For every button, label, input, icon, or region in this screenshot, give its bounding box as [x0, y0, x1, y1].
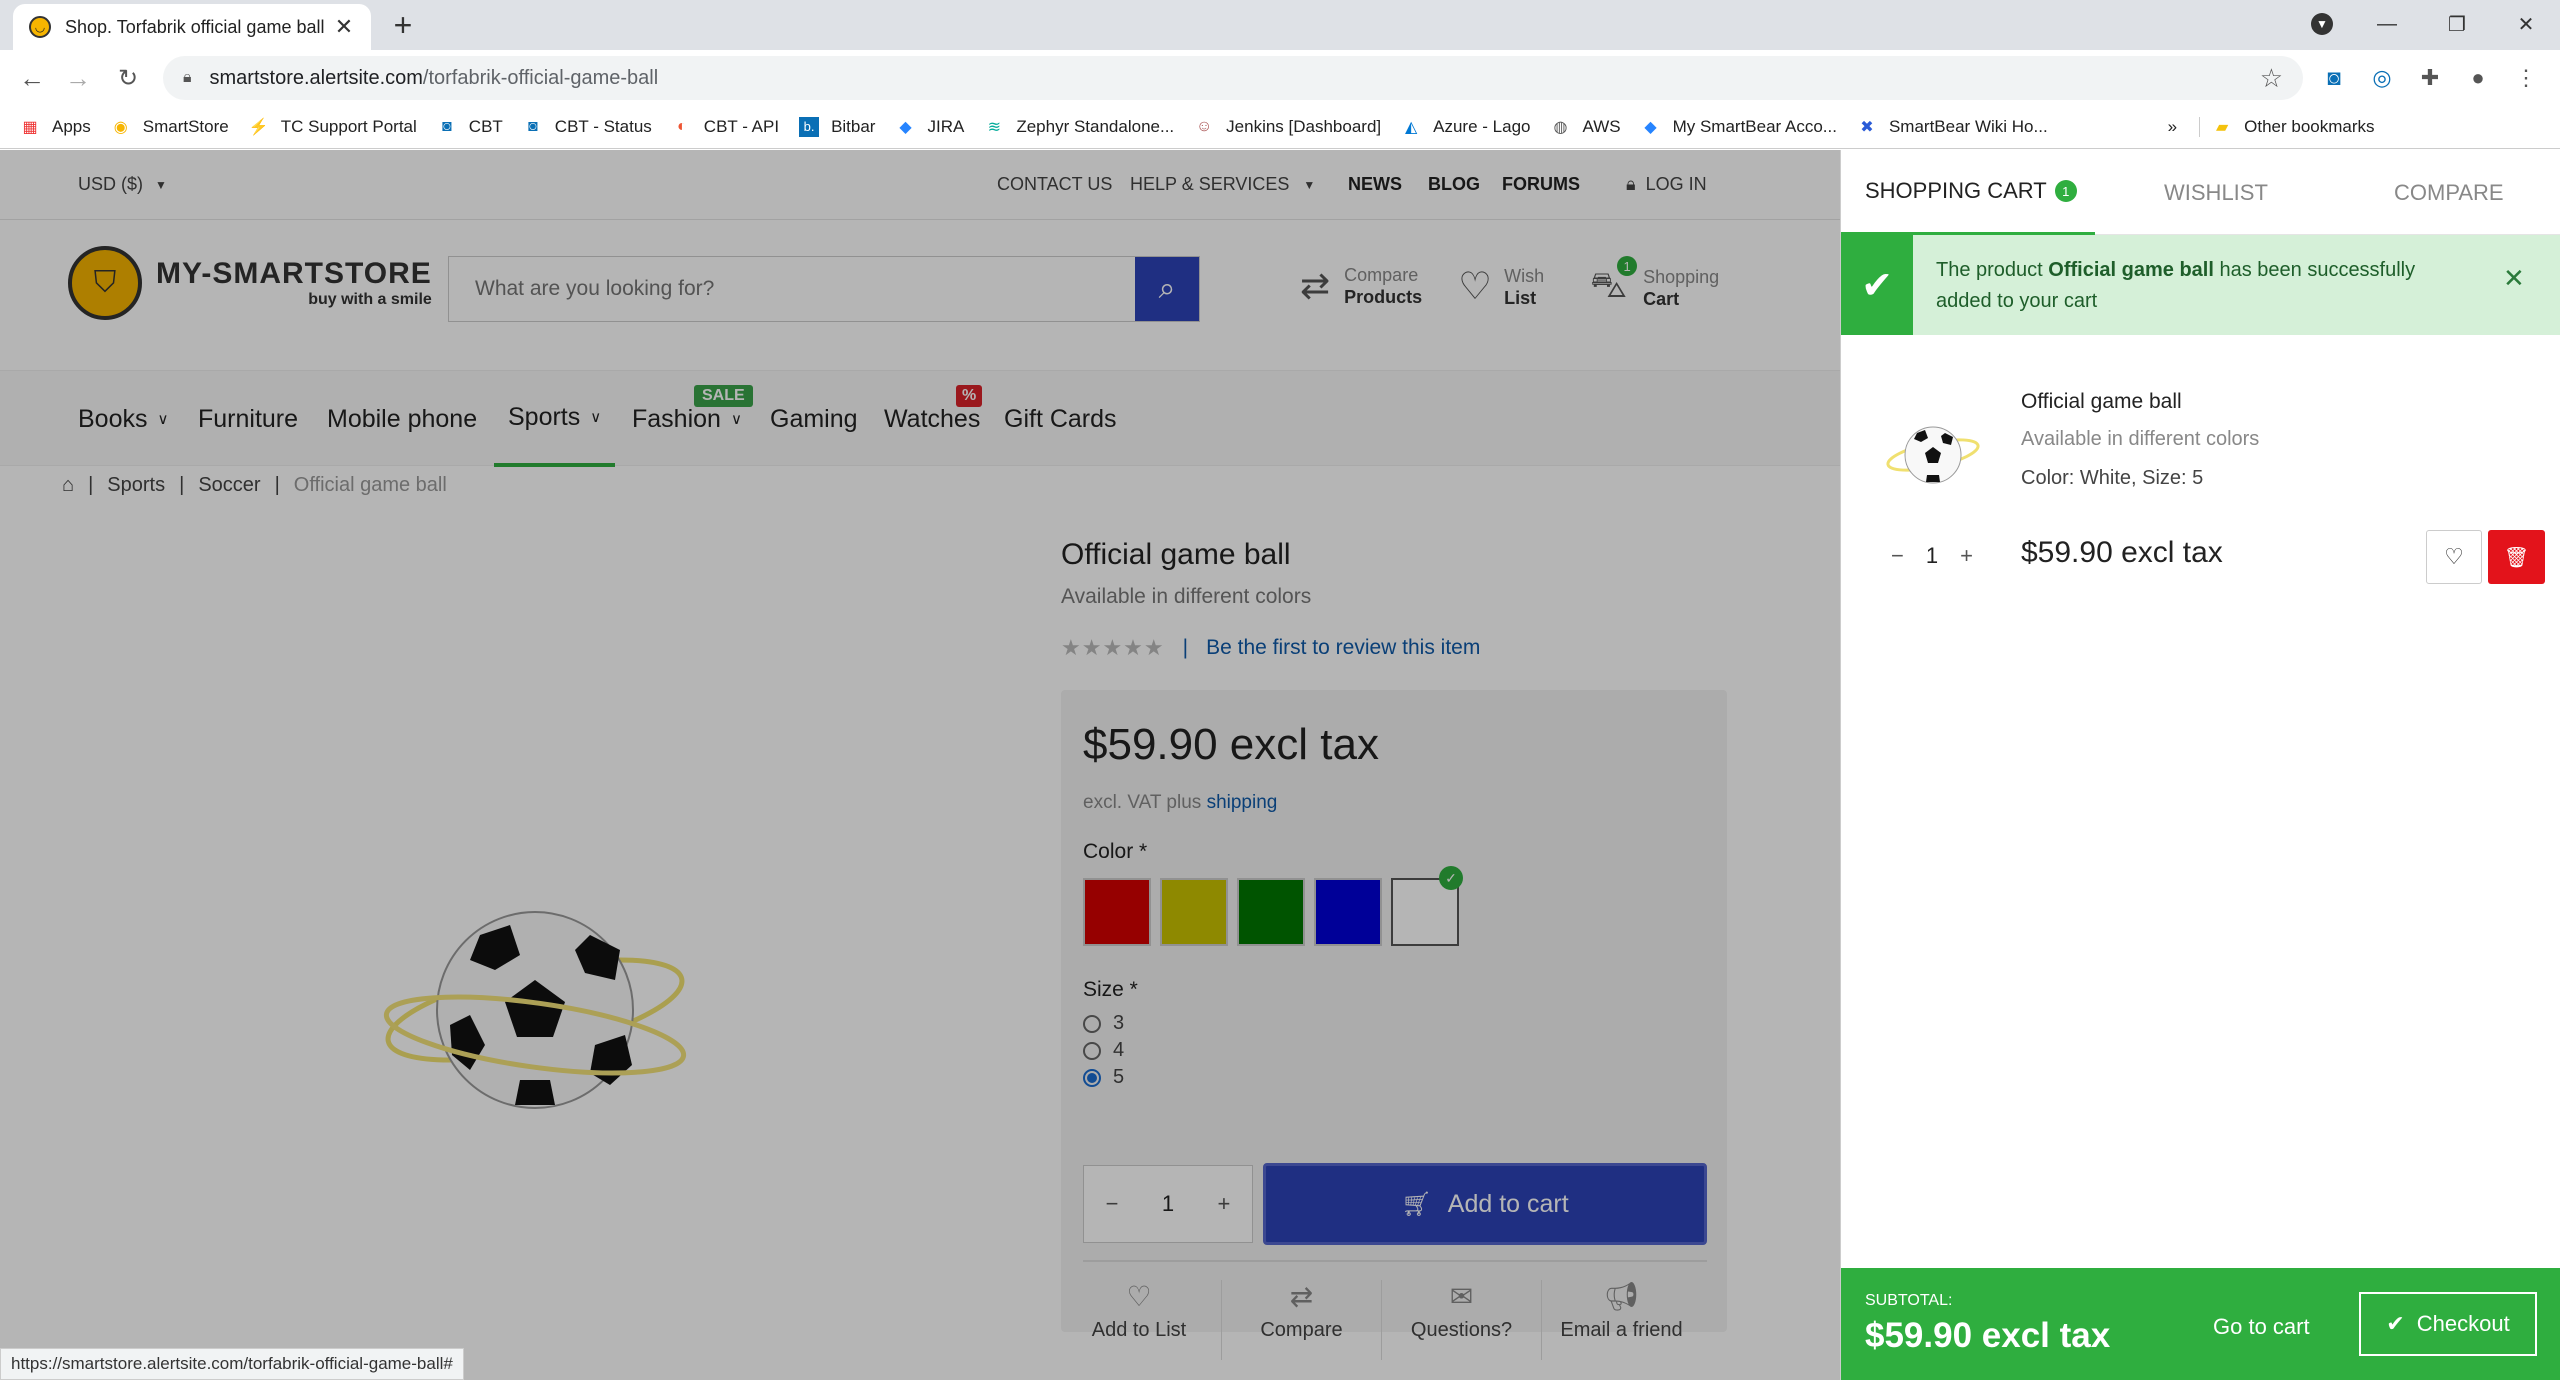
- bookmark-cbt-status[interactable]: ◙ CBT - Status: [523, 117, 652, 137]
- address-bar[interactable]: 🔒︎ smartstore.alertsite.com /torfabrik-o…: [163, 56, 2303, 100]
- cart-flyout: SHOPPING CART 1 WISHLIST COMPARE ✔ The p…: [1840, 150, 2560, 1380]
- check-icon: ✔: [2386, 1311, 2405, 1336]
- tab-title: Shop. Torfabrik official game ball: [65, 16, 325, 37]
- flyout-tabs: SHOPPING CART 1 WISHLIST COMPARE: [1841, 150, 2560, 235]
- close-notification-icon[interactable]: ✕: [2503, 263, 2525, 294]
- cart-item-subtitle: Available in different colors: [2021, 428, 2260, 450]
- cart-item-attributes: Color: White, Size: 5: [2021, 467, 2204, 489]
- trash-icon: 🗑︎: [2503, 546, 2530, 569]
- notification-message: The product Official game ball has been …: [1936, 259, 2416, 312]
- bookmark-smartstore[interactable]: ◉ SmartStore: [111, 117, 229, 137]
- new-tab-icon[interactable]: +: [386, 7, 420, 43]
- bookmark-apps[interactable]: ▦ Apps: [20, 117, 90, 137]
- bookmark-zephyr[interactable]: ≋ Zephyr Standalone...: [984, 117, 1175, 137]
- apps-grid-icon: ▦: [22, 118, 38, 136]
- bookmark-cbt-api[interactable]: ◐ CBT - API: [672, 117, 779, 137]
- page-dim-overlay[interactable]: [0, 150, 1840, 1380]
- remove-item-button[interactable]: 🗑︎: [2488, 530, 2545, 584]
- tab-compare[interactable]: COMPARE: [2394, 150, 2504, 235]
- jenkins-icon: ☺: [1195, 117, 1213, 135]
- cart-item-quantity-stepper: − 1 +: [1891, 543, 1973, 569]
- tab-search-icon[interactable]: ▼: [2300, 6, 2344, 42]
- back-icon[interactable]: ←: [14, 60, 50, 96]
- cart-footer: SUBTOTAL: $59.90 excl tax Go to cart ✔ C…: [1841, 1268, 2560, 1380]
- cart-item-price: $59.90 excl tax: [2021, 536, 2223, 569]
- bookmark-jenkins[interactable]: ☺ Jenkins [Dashboard]: [1194, 117, 1381, 137]
- bookmarks-bar: ▦ Apps ◉ SmartStore ⚡ TC Support Portal ◙ CB…: [0, 105, 2560, 149]
- tab-shopping-cart[interactable]: SHOPPING CART 1: [1841, 150, 2095, 235]
- tab-wishlist[interactable]: WISHLIST: [2164, 150, 2268, 235]
- store-favicon-icon: ◡: [29, 16, 51, 38]
- close-tab-icon[interactable]: ✕: [333, 14, 355, 40]
- checkout-button[interactable]: ✔ Checkout: [2359, 1292, 2537, 1356]
- bookmarks-more[interactable]: »: [2168, 117, 2177, 137]
- minimize-icon[interactable]: —: [2365, 6, 2409, 42]
- reload-icon[interactable]: ↻: [110, 60, 146, 96]
- cart-item-quantity[interactable]: 1: [1926, 543, 1938, 569]
- bookmark-cbt[interactable]: ◙ CBT: [437, 117, 503, 137]
- globe-icon: ◍: [1553, 118, 1568, 136]
- bookmark-tc-support[interactable]: ⚡ TC Support Portal: [249, 117, 417, 137]
- browser-tabbar: ◡ Shop. Torfabrik official game ball ✕ +…: [0, 0, 2560, 50]
- tc-support-icon: ⚡: [248, 118, 269, 136]
- extension-cbt-icon[interactable]: ◙: [2318, 62, 2350, 94]
- profile-avatar-icon[interactable]: ●: [2462, 62, 2494, 94]
- subtotal-value: $59.90 excl tax: [1865, 1316, 2111, 1355]
- plus-icon[interactable]: +: [1960, 543, 1973, 569]
- extension-bitbar-icon[interactable]: ◎: [2366, 62, 2398, 94]
- status-bar-url: https://smartstore.alertsite.com/torfabr…: [0, 1348, 464, 1380]
- cbt-status-icon: ◙: [527, 117, 538, 135]
- url-path: /torfabrik-official-game-ball: [422, 66, 659, 89]
- lock-icon: 🔒︎: [183, 69, 192, 86]
- move-to-wishlist-button[interactable]: ♡: [2426, 530, 2482, 584]
- bookmark-star-icon[interactable]: ☆: [2260, 63, 2283, 94]
- browser-toolbar: ← → ↻ 🔒︎ smartstore.alertsite.com /torfa…: [0, 50, 2560, 105]
- cbt-icon: ◙: [441, 117, 452, 135]
- bitbar-icon: b.: [799, 116, 820, 137]
- smartbear-account-icon: ◆: [1644, 118, 1657, 136]
- url-host: smartstore.alertsite.com: [209, 66, 423, 89]
- cart-item-image[interactable]: [1883, 405, 1983, 505]
- bookmark-aws[interactable]: ◍ AWS: [1550, 117, 1621, 137]
- smartbear-wiki-icon: ✖: [1860, 118, 1874, 136]
- minus-icon[interactable]: −: [1891, 543, 1904, 569]
- folder-icon: ▰: [2215, 118, 2229, 136]
- restore-icon[interactable]: ❐: [2435, 6, 2479, 42]
- bookmark-smartbear-wiki[interactable]: ✖ SmartBear Wiki Ho...: [1857, 117, 2047, 137]
- bookmark-bitbar[interactable]: b. Bitbar: [799, 116, 875, 137]
- bookmark-jira[interactable]: ◆ JIRA: [895, 117, 964, 137]
- subtotal-label: SUBTOTAL:: [1865, 1292, 1953, 1309]
- forward-icon[interactable]: →: [60, 60, 96, 96]
- zephyr-icon: ≋: [987, 118, 1002, 136]
- cart-tab-badge: 1: [2054, 180, 2077, 202]
- heart-icon: ♡: [2444, 544, 2464, 569]
- extensions-puzzle-icon[interactable]: ✚: [2414, 62, 2446, 94]
- success-notification: ✔ The product Official game ball has bee…: [1841, 235, 2560, 335]
- bookmark-azure[interactable]: ◭ Azure - Lago: [1401, 117, 1531, 137]
- bookmark-other[interactable]: ▰ Other bookmarks: [2199, 116, 2375, 137]
- soccer-ball-thumb: [1886, 426, 1980, 484]
- smartstore-icon: ◉: [113, 118, 128, 136]
- browser-tab[interactable]: ◡ Shop. Torfabrik official game ball ✕: [13, 4, 371, 50]
- bookmark-smartbear-account[interactable]: ◆ My SmartBear Acco...: [1641, 117, 1837, 137]
- cbt-api-icon: ◐: [676, 117, 687, 135]
- browser-menu-icon[interactable]: ⋮: [2510, 62, 2542, 94]
- go-to-cart-link[interactable]: Go to cart: [2213, 1314, 2310, 1340]
- check-icon: ✔: [1841, 235, 1913, 335]
- azure-icon: ◭: [1404, 118, 1418, 136]
- close-window-icon[interactable]: ✕: [2504, 6, 2548, 42]
- jira-icon: ◆: [899, 118, 912, 136]
- cart-item-name[interactable]: Official game ball: [2021, 390, 2182, 414]
